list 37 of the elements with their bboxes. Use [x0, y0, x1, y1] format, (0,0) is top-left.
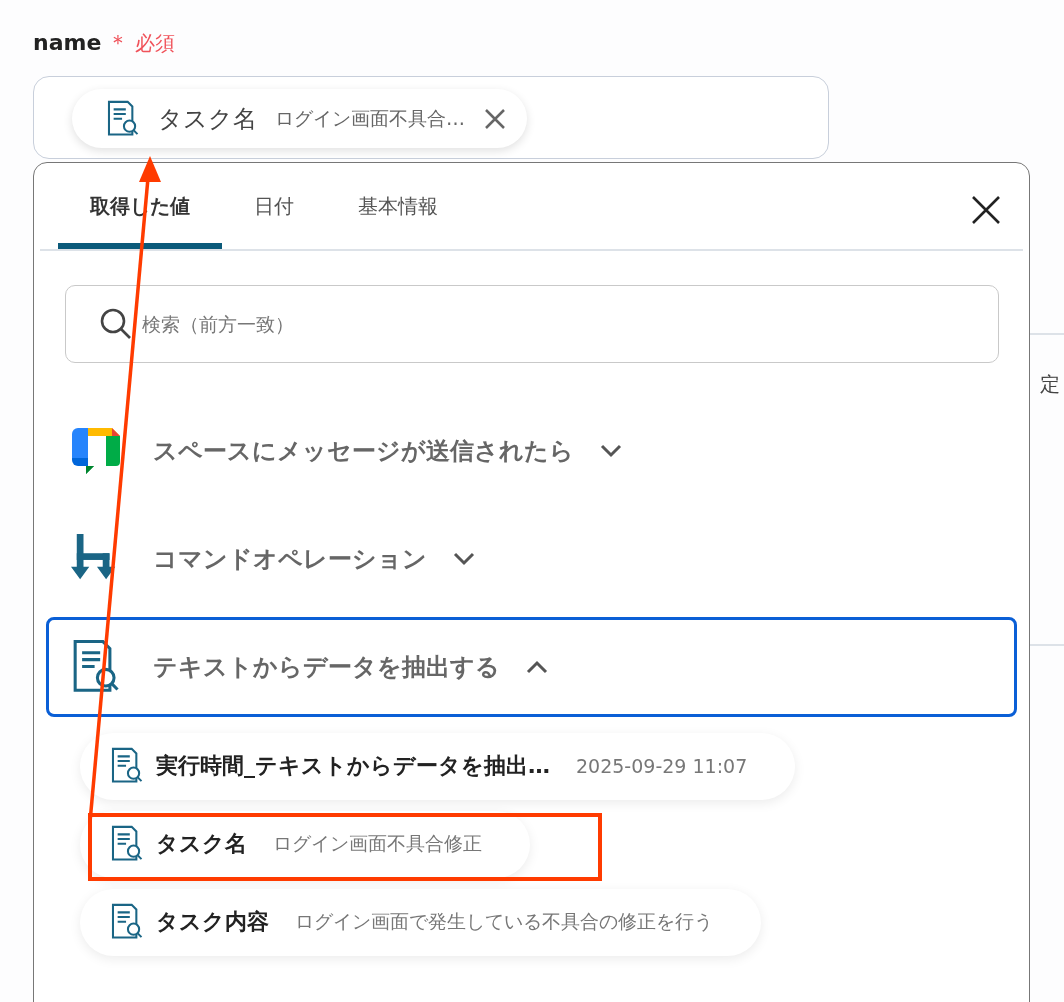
- item-value: 2025-09-29 11:07: [576, 755, 748, 777]
- required-text: 必須: [135, 30, 176, 57]
- source-section[interactable]: テキストからデータを抽出する: [46, 616, 1017, 717]
- tab[interactable]: 基本情報: [326, 163, 470, 249]
- section-title: コマンドオペレーション: [153, 543, 427, 575]
- close-icon[interactable]: [971, 195, 1001, 225]
- search-field[interactable]: 検索（前方一致）: [65, 284, 999, 363]
- chevron-icon: [526, 659, 548, 674]
- document-search-icon: [110, 747, 144, 785]
- value-item[interactable]: タスク名 ログイン画面不具合修正: [80, 810, 530, 878]
- search-icon: [99, 306, 133, 341]
- value-chip[interactable]: タスク名 ログイン画面不具合…: [72, 89, 527, 148]
- remove-icon[interactable]: [483, 106, 507, 131]
- source-section[interactable]: スペースにメッセージが送信されたら: [46, 400, 1017, 501]
- field-label: name: [33, 30, 102, 55]
- item-label: タスク名: [156, 830, 247, 858]
- section-title: スペースにメッセージが送信されたら: [153, 435, 574, 467]
- tab[interactable]: 日付: [222, 163, 326, 249]
- chat-icon: [72, 427, 120, 474]
- chevron-icon: [453, 551, 475, 566]
- document-search-icon: [106, 99, 140, 138]
- panel-text: 定: [1040, 371, 1060, 398]
- chip-value: ログイン画面不具合…: [275, 105, 465, 131]
- required-mark: ＊: [107, 29, 130, 57]
- document-search-icon: [110, 903, 144, 941]
- section-title: テキストからデータを抽出する: [153, 651, 500, 683]
- source-section[interactable]: コマンドオペレーション: [46, 508, 1017, 609]
- chevron-icon: [600, 443, 622, 458]
- chip-label: タスク名: [158, 103, 257, 135]
- value-item[interactable]: タスク内容 ログイン画面で発生している不具合の修正を行う: [80, 888, 761, 956]
- item-value: ログイン画面で発生している不具合の修正を行う: [295, 909, 713, 934]
- name-field[interactable]: タスク名 ログイン画面不具合…: [33, 76, 829, 159]
- item-label: 実行時間_テキストからデータを抽出…: [156, 752, 550, 780]
- document-search-icon: [110, 825, 144, 863]
- value-item[interactable]: 実行時間_テキストからデータを抽出… 2025-09-29 11:07: [80, 732, 796, 800]
- item-label: タスク内容: [156, 908, 269, 936]
- item-value: ログイン画面不具合修正: [273, 831, 482, 856]
